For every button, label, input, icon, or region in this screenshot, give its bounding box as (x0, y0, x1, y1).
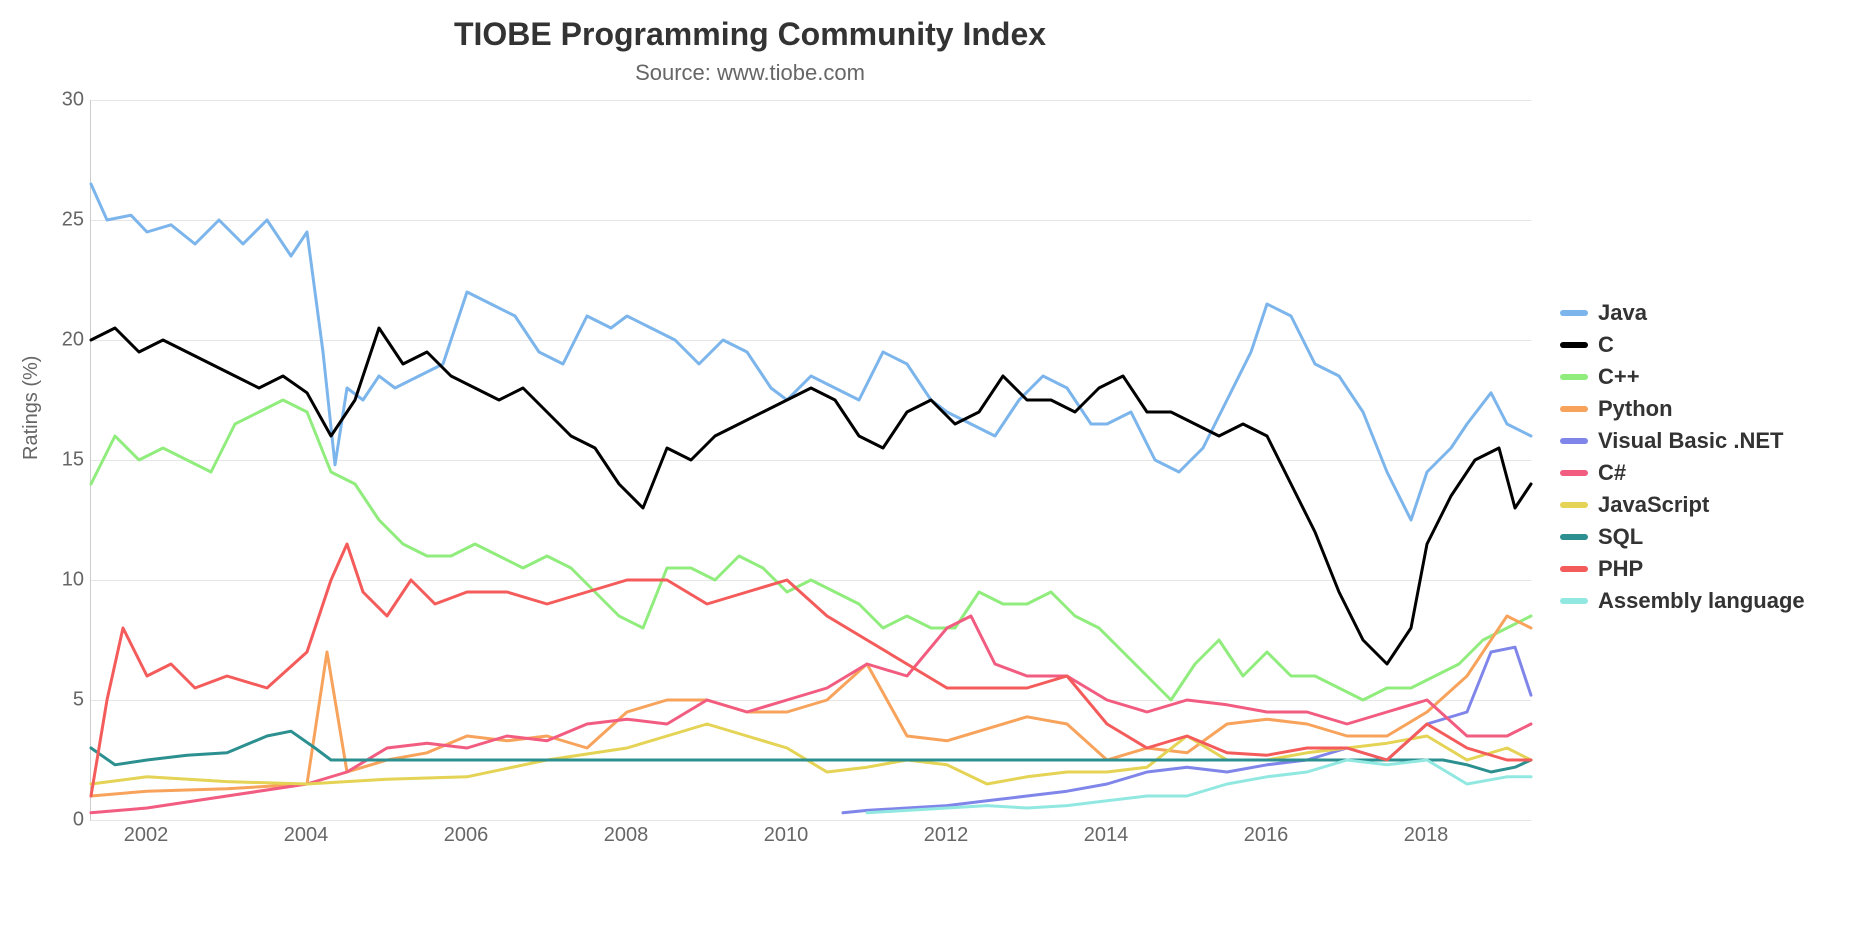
y-tick-label: 30 (44, 89, 84, 112)
legend-item[interactable]: Python (1560, 396, 1805, 422)
legend-label: C# (1598, 460, 1626, 486)
y-axis-label: Ratings (%) (20, 356, 43, 460)
x-tick-label: 2014 (1084, 824, 1129, 847)
chart-subtitle: Source: www.tiobe.com (0, 60, 1500, 86)
series-line[interactable] (91, 400, 1531, 700)
legend-swatch (1560, 342, 1588, 348)
legend-swatch (1560, 406, 1588, 412)
series-line[interactable] (91, 328, 1531, 664)
legend-label: Java (1598, 300, 1647, 326)
x-tick-label: 2006 (444, 824, 489, 847)
legend-item[interactable]: Visual Basic .NET (1560, 428, 1805, 454)
legend: Java C C++ Python Visual Basic .NET C# JavaScr… (1560, 300, 1805, 620)
legend-swatch (1560, 438, 1588, 444)
legend-swatch (1560, 374, 1588, 380)
series-line[interactable] (91, 184, 1531, 520)
legend-item[interactable]: C (1560, 332, 1805, 358)
legend-label: Visual Basic .NET (1598, 428, 1783, 454)
y-tick-label: 15 (44, 449, 84, 472)
legend-item[interactable]: JavaScript (1560, 492, 1805, 518)
y-tick-label: 5 (44, 689, 84, 712)
legend-item[interactable]: PHP (1560, 556, 1805, 582)
legend-item[interactable]: C# (1560, 460, 1805, 486)
legend-label: Assembly language (1598, 588, 1805, 614)
y-tick-label: 20 (44, 329, 84, 352)
legend-item[interactable]: Assembly language (1560, 588, 1805, 614)
legend-swatch (1560, 534, 1588, 540)
x-tick-label: 2010 (764, 824, 809, 847)
x-tick-label: 2004 (284, 824, 329, 847)
series-line[interactable] (843, 647, 1531, 813)
chart-title: TIOBE Programming Community Index (0, 16, 1500, 53)
legend-item[interactable]: C++ (1560, 364, 1805, 390)
legend-label: Python (1598, 396, 1673, 422)
legend-item[interactable]: Java (1560, 300, 1805, 326)
legend-label: PHP (1598, 556, 1643, 582)
legend-label: JavaScript (1598, 492, 1709, 518)
legend-label: SQL (1598, 524, 1643, 550)
legend-item[interactable]: SQL (1560, 524, 1805, 550)
chart-container: TIOBE Programming Community Index Source… (0, 0, 1866, 926)
series-lines (91, 100, 1531, 820)
plot-area[interactable] (90, 100, 1531, 821)
legend-swatch (1560, 566, 1588, 572)
legend-swatch (1560, 470, 1588, 476)
x-tick-label: 2016 (1244, 824, 1289, 847)
legend-label: C++ (1598, 364, 1640, 390)
legend-label: C (1598, 332, 1614, 358)
legend-swatch (1560, 502, 1588, 508)
legend-swatch (1560, 598, 1588, 604)
y-tick-label: 25 (44, 209, 84, 232)
x-tick-label: 2018 (1404, 824, 1449, 847)
x-tick-label: 2012 (924, 824, 969, 847)
x-tick-label: 2008 (604, 824, 649, 847)
y-tick-label: 0 (44, 809, 84, 832)
y-tick-label: 10 (44, 569, 84, 592)
legend-swatch (1560, 310, 1588, 316)
x-tick-label: 2002 (124, 824, 169, 847)
